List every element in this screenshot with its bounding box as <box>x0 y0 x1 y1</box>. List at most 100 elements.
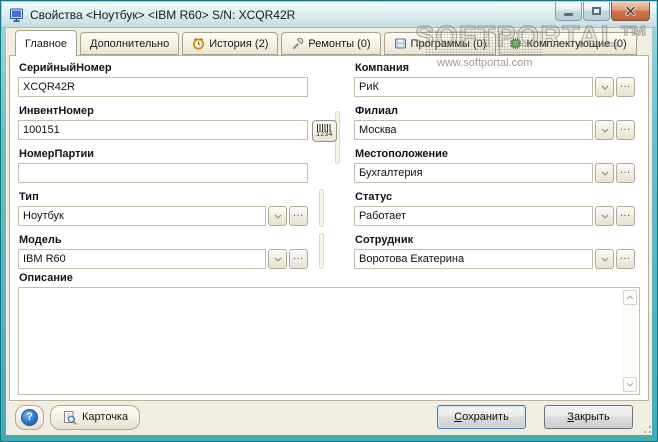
type-browse-button[interactable]: … <box>289 206 308 226</box>
model-label: Модель <box>19 234 62 246</box>
footer-bar: ? Карточка Сохранить Закрыть <box>9 401 649 433</box>
chevron-down-icon <box>274 257 281 262</box>
status-input[interactable] <box>354 206 593 226</box>
tab-bar: Главное Дополнительно История (2) Ремонт… <box>15 30 637 56</box>
ellipsis-icon: … <box>619 207 632 219</box>
properties-dialog: Свойства <Ноутбук> <IBM R60> S/N: XCQR42… <box>0 0 658 442</box>
tab-label: Главное <box>25 37 68 50</box>
branch-input[interactable] <box>354 120 593 140</box>
inventory-number-input[interactable] <box>18 120 308 140</box>
batch-number-field: НомерПартии <box>18 147 308 183</box>
tab-main[interactable]: Главное <box>15 30 78 56</box>
ellipsis-icon: … <box>619 250 632 262</box>
employee-input[interactable] <box>354 249 593 269</box>
card-button-label: Карточка <box>82 411 129 423</box>
window-monitor-icon <box>10 8 23 22</box>
window-controls <box>555 2 650 21</box>
tab-additional[interactable]: Дополнительно <box>80 32 180 55</box>
model-browse-button[interactable]: … <box>289 249 308 269</box>
model-input[interactable] <box>18 249 266 269</box>
employee-browse-button[interactable]: … <box>616 249 635 269</box>
maximize-button[interactable] <box>583 2 610 21</box>
help-button[interactable]: ? <box>15 404 44 430</box>
chevron-up-icon <box>626 295 634 300</box>
model-dropdown-button[interactable] <box>268 249 287 269</box>
location-browse-button[interactable]: … <box>616 163 635 183</box>
ellipsis-icon: … <box>619 164 632 176</box>
chevron-down-icon <box>601 85 608 90</box>
location-field: Местоположение … <box>354 147 635 183</box>
status-label: Статус <box>355 191 393 203</box>
resize-grip[interactable] <box>641 423 651 433</box>
tab-repairs[interactable]: Ремонты (0) <box>281 32 381 55</box>
status-browse-button[interactable]: … <box>616 206 635 226</box>
company-input[interactable] <box>354 77 593 97</box>
tab-components[interactable]: Комплектующие (0) <box>499 32 637 55</box>
status-dropdown-button[interactable] <box>595 206 614 226</box>
branch-label: Филиал <box>355 105 399 117</box>
scroll-down-button[interactable] <box>623 377 637 392</box>
employee-dropdown-button[interactable] <box>595 249 614 269</box>
maximize-icon <box>592 7 601 15</box>
status-field: Статус … <box>354 190 635 226</box>
tab-label: Дополнительно <box>90 37 170 50</box>
location-dropdown-button[interactable] <box>595 163 614 183</box>
alarm-clock-icon <box>193 37 205 50</box>
wrench-icon <box>293 37 304 50</box>
ellipsis-icon: … <box>619 121 632 133</box>
serial-number-input[interactable] <box>18 77 308 97</box>
chevron-down-icon <box>601 171 608 176</box>
scroll-up-button[interactable] <box>623 290 637 305</box>
close-button-accesskey: З <box>567 411 574 423</box>
tab-history[interactable]: История (2) <box>182 32 279 55</box>
ellipsis-icon: … <box>292 207 305 219</box>
close-icon <box>625 6 636 16</box>
employee-field: Сотрудник … <box>354 233 635 269</box>
save-button[interactable]: Сохранить <box>437 405 526 429</box>
branch-dropdown-button[interactable] <box>595 120 614 140</box>
layout-splitter[interactable] <box>319 233 324 269</box>
batch-number-label: НомерПартии <box>19 148 95 160</box>
branch-browse-button[interactable]: … <box>616 120 635 140</box>
minimize-button[interactable] <box>555 2 582 21</box>
chevron-down-icon <box>601 214 608 219</box>
employee-label: Сотрудник <box>355 234 414 246</box>
floppy-disk-icon <box>394 38 406 49</box>
chip-icon <box>510 38 522 49</box>
type-input[interactable] <box>18 206 266 226</box>
ellipsis-icon: … <box>619 78 632 90</box>
close-button[interactable] <box>611 2 650 21</box>
batch-number-input[interactable] <box>18 163 308 183</box>
type-dropdown-button[interactable] <box>268 206 287 226</box>
main-panel: СерийныйНомер ИнвентНомер 1234 <box>9 55 649 401</box>
right-column: Компания … Филиал <box>354 61 635 276</box>
barcode-button[interactable]: 1234 <box>312 120 337 142</box>
window-title: Свойства <Ноутбук> <IBM R60> S/N: XCQR42… <box>30 7 296 22</box>
inventory-number-field: ИнвентНомер 1234 <box>18 104 337 142</box>
chevron-down-icon <box>274 214 281 219</box>
card-button[interactable]: Карточка <box>50 404 141 430</box>
location-input[interactable] <box>354 163 593 183</box>
close-dialog-button[interactable]: Закрыть <box>544 405 633 429</box>
left-column: СерийныйНомер ИнвентНомер 1234 <box>18 61 337 276</box>
description-textarea[interactable] <box>20 289 622 393</box>
chevron-down-icon <box>601 128 608 133</box>
barcode-caption: 1234 <box>316 131 333 138</box>
location-label: Местоположение <box>355 148 449 160</box>
tab-label: Комплектующие (0) <box>526 37 627 50</box>
close-button-label: акрыть <box>573 411 610 423</box>
chevron-down-icon <box>626 382 634 387</box>
title-bar: Свойства <Ноутбук> <IBM R60> S/N: XCQR42… <box>2 2 656 28</box>
tab-programs[interactable]: Программы (0) <box>383 32 497 55</box>
dialog-body: Главное Дополнительно История (2) Ремонт… <box>6 28 652 435</box>
company-field: Компания … <box>354 61 635 97</box>
description-scrollbar[interactable] <box>622 289 638 393</box>
company-browse-button[interactable]: … <box>616 77 635 97</box>
company-dropdown-button[interactable] <box>595 77 614 97</box>
tab-label: История (2) <box>209 37 269 50</box>
layout-splitter[interactable] <box>319 189 324 227</box>
minimize-icon <box>564 12 573 16</box>
serial-number-field: СерийныйНомер <box>18 61 308 97</box>
description-label: Описание <box>19 272 73 284</box>
type-field: Тип … <box>18 190 308 226</box>
